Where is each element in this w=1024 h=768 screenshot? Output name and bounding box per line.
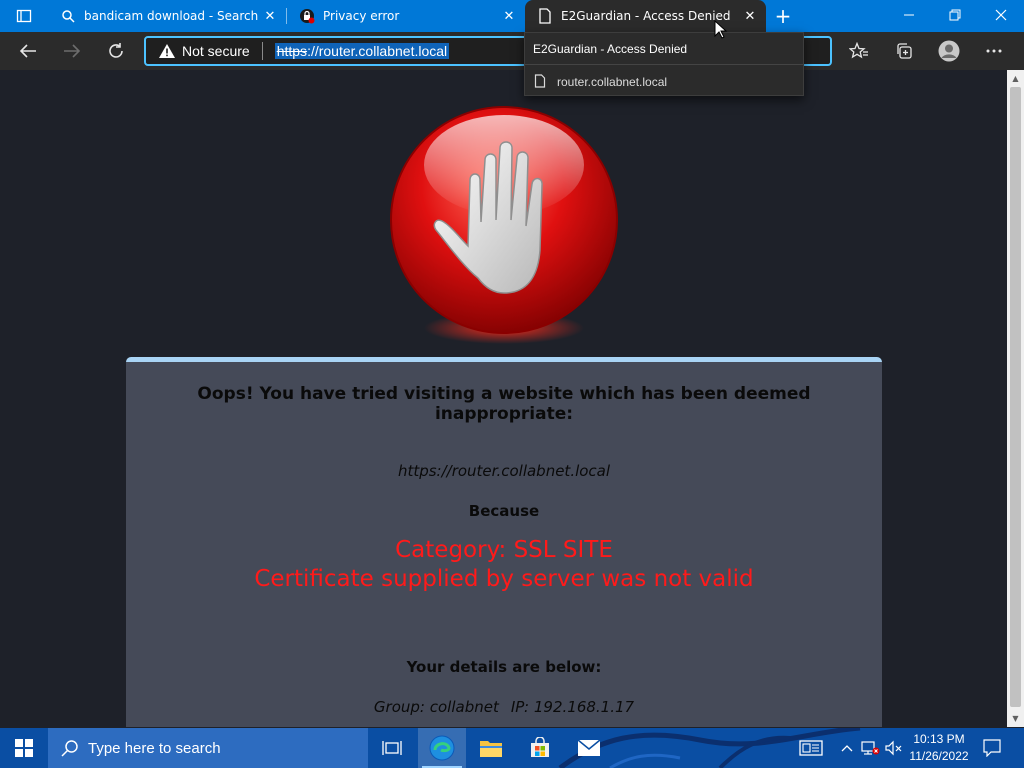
back-arrow-icon <box>19 44 36 58</box>
because-label: Because <box>468 502 540 520</box>
taskbar-clock[interactable]: 10:13 PM 11/26/2022 <box>904 731 974 765</box>
tab-title: Privacy error <box>323 9 400 23</box>
news-icon <box>799 740 823 756</box>
edge-icon <box>429 735 455 761</box>
task-view-icon <box>382 741 402 755</box>
forward-arrow-icon <box>64 44 81 58</box>
url-host: ://router.collabnet.local <box>307 43 448 59</box>
page-content: Oops! You have tried visiting a website … <box>0 70 1007 727</box>
scroll-down-icon[interactable]: ▼ <box>1007 710 1024 727</box>
tab-actions-button[interactable] <box>8 4 40 28</box>
back-button[interactable] <box>12 35 44 67</box>
mail-icon <box>577 739 601 756</box>
refresh-icon <box>109 43 123 58</box>
tab-privacy-error[interactable]: Privacy error ✕ <box>287 0 525 32</box>
stop-hand-icon <box>380 100 630 360</box>
ip-label: IP: 192.168.1.17 <box>510 698 635 716</box>
close-icon[interactable]: ✕ <box>740 6 760 26</box>
scroll-up-icon[interactable]: ▲ <box>1007 70 1024 87</box>
tab-bandicam-search[interactable]: bandicam download - Search ✕ <box>48 0 287 32</box>
privacy-error-icon <box>299 8 315 24</box>
search-icon <box>61 740 78 757</box>
block-reason: Certificate supplied by server was not v… <box>254 566 754 592</box>
plus-icon: + <box>774 4 792 28</box>
tab-title: bandicam download - Search <box>84 9 259 23</box>
divider <box>261 42 263 60</box>
clock-date: 11/26/2022 <box>909 749 969 763</box>
mouse-cursor-icon <box>714 20 728 39</box>
close-icon[interactable]: ✕ <box>260 6 280 26</box>
network-button[interactable] <box>860 728 882 768</box>
restore-icon <box>949 9 961 21</box>
close-icon[interactable]: ✕ <box>499 6 519 26</box>
notifications-button[interactable] <box>980 728 1004 768</box>
taskbar-search[interactable]: Type here to search <box>48 728 368 768</box>
tab-actions-icon <box>16 9 32 23</box>
volume-muted-icon <box>885 740 902 756</box>
not-secure-label[interactable]: Not secure <box>182 43 250 59</box>
notification-icon <box>983 739 1001 757</box>
access-denied-panel: Oops! You have tried visiting a website … <box>126 357 882 727</box>
show-hidden-icons-button[interactable] <box>838 728 856 768</box>
taskbar: Type here to search 10:13 PM 11/26/2022 <box>0 728 1024 768</box>
url-scheme: https <box>276 43 308 59</box>
store-icon <box>531 737 549 757</box>
profile-button[interactable] <box>933 35 965 67</box>
taskbar-mail[interactable] <box>565 728 613 768</box>
more-icon <box>986 49 1002 53</box>
headline: Oops! You have tried visiting a website … <box>197 384 811 424</box>
network-icon <box>861 741 880 755</box>
blocked-url: https://router.collabnet.local <box>397 462 611 480</box>
refresh-button[interactable] <box>100 35 132 67</box>
close-icon <box>995 9 1007 21</box>
new-tab-button[interactable]: + <box>770 4 796 28</box>
search-icon <box>60 8 76 24</box>
block-category: Category: SSL SITE <box>395 537 613 563</box>
settings-menu-button[interactable] <box>978 35 1010 67</box>
forward-button[interactable] <box>56 35 88 67</box>
taskbar-file-explorer[interactable] <box>467 728 515 768</box>
divider <box>525 64 803 65</box>
collections-button[interactable] <box>888 35 920 67</box>
folder-icon <box>480 741 502 757</box>
title-bar: bandicam download - Search ✕ Privacy err… <box>0 0 1024 32</box>
volume-button[interactable] <box>884 728 904 768</box>
details-heading: Your details are below: <box>406 658 602 676</box>
windows-logo-icon <box>15 739 33 757</box>
minimize-button[interactable] <box>886 0 932 30</box>
favorites-button[interactable] <box>843 35 875 67</box>
url-text[interactable]: https://router.collabnet.local <box>274 43 450 59</box>
chevron-up-icon <box>841 745 853 752</box>
browser-toolbar: Not secure https://router.collabnet.loca… <box>0 32 1024 70</box>
minimize-icon <box>904 14 914 16</box>
user-details: Group: collabnet IP: 192.168.1.17 <box>126 698 882 716</box>
news-widget-button[interactable] <box>796 728 826 768</box>
warning-icon[interactable] <box>158 43 176 59</box>
taskbar-edge[interactable] <box>418 728 466 768</box>
clock-time: 10:13 PM <box>913 732 965 746</box>
group-label: Group: collabnet <box>373 698 499 716</box>
tab-e2guardian[interactable]: E2Guardian - Access Denied ✕ <box>525 0 766 32</box>
restore-button[interactable] <box>932 0 978 30</box>
page-icon <box>534 74 546 93</box>
vertical-scrollbar[interactable]: ▲ ▼ <box>1007 70 1024 727</box>
taskbar-store[interactable] <box>516 728 564 768</box>
tab-hover-card: E2Guardian - Access Denied router.collab… <box>524 32 804 96</box>
scrollbar-thumb[interactable] <box>1010 87 1021 707</box>
task-view-button[interactable] <box>368 728 416 768</box>
tooltip-title: E2Guardian - Access Denied <box>533 42 688 56</box>
start-button[interactable] <box>0 728 48 768</box>
favorites-icon <box>849 42 868 59</box>
tooltip-url: router.collabnet.local <box>557 75 668 89</box>
page-icon <box>537 8 553 24</box>
collections-icon <box>897 43 912 59</box>
search-placeholder: Type here to search <box>88 739 221 757</box>
avatar-icon <box>938 40 960 62</box>
close-window-button[interactable] <box>978 0 1024 30</box>
